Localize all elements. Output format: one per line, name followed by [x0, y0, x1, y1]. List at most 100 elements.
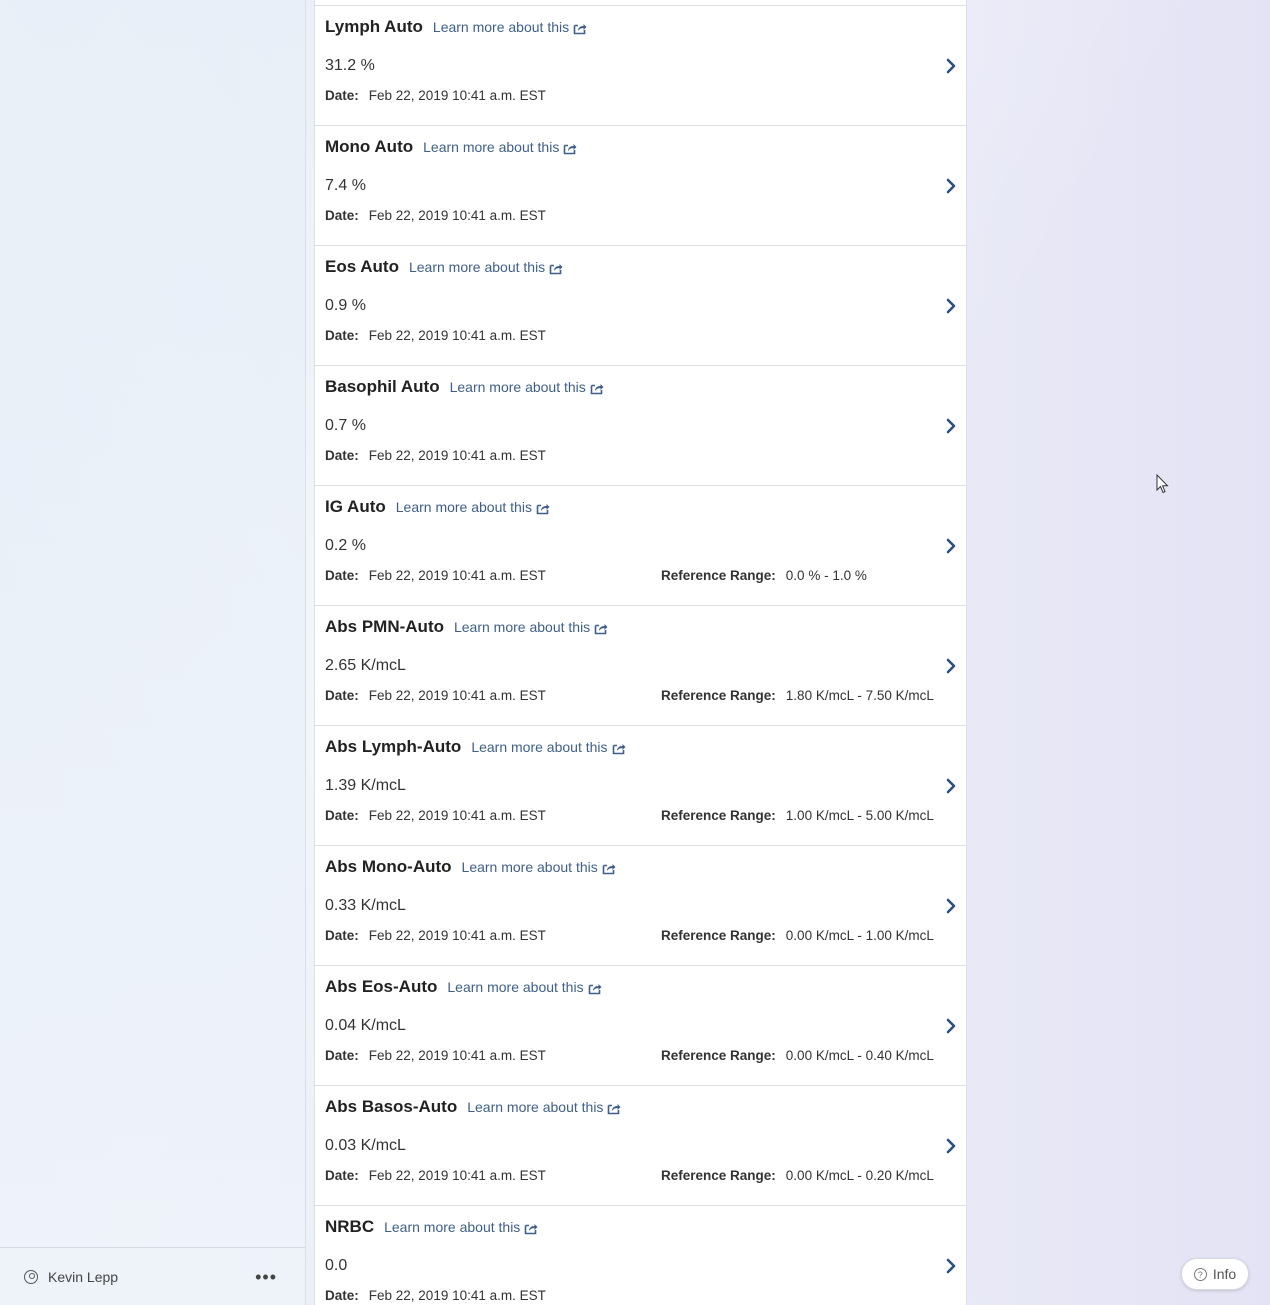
- lab-result-row[interactable]: Eos Auto Learn more about this 0.9 % Dat…: [315, 246, 966, 366]
- sidebar: Kevin Lepp •••: [0, 0, 306, 1305]
- question-circle-icon: ?: [1193, 1267, 1207, 1281]
- learn-more-link[interactable]: Learn more about this: [447, 979, 602, 995]
- lab-result-row[interactable]: Abs Mono-Auto Learn more about this 0.33…: [315, 846, 966, 966]
- external-link-icon: [602, 863, 616, 874]
- reference-range-value: 0.00 K/mcL - 0.20 K/mcL: [785, 1168, 934, 1183]
- result-name: Mono Auto: [325, 137, 414, 156]
- result-value: 0.03 K/mcL: [325, 1137, 406, 1154]
- learn-more-link[interactable]: Learn more about this: [462, 859, 616, 875]
- date-value: Feb 22, 2019 10:41 a.m. EST: [368, 448, 546, 463]
- result-date: Date: Feb 22, 2019 10:41 a.m. EST: [325, 208, 546, 223]
- learn-more-link[interactable]: Learn more about this: [396, 499, 550, 515]
- info-button[interactable]: ? Info: [1181, 1258, 1249, 1290]
- result-date: Date: Feb 22, 2019 10:41 a.m. EST: [325, 448, 546, 463]
- learn-more-label: Learn more about this: [447, 979, 584, 995]
- date-value: Feb 22, 2019 10:41 a.m. EST: [368, 808, 546, 823]
- reference-range-value: 0.0 % - 1.0 %: [785, 568, 867, 583]
- lab-result-row[interactable]: Abs Basos-Auto Learn more about this 0.0…: [315, 1086, 966, 1206]
- chevron-right-icon[interactable]: [944, 1137, 958, 1155]
- date-label: Date:: [325, 1168, 359, 1183]
- result-date: Date: Feb 22, 2019 10:41 a.m. EST: [325, 88, 546, 103]
- chevron-right-icon[interactable]: [944, 1257, 958, 1275]
- result-value: 0.0: [325, 1257, 348, 1274]
- reference-range: Reference Range: 0.00 K/mcL - 0.20 K/mcL: [661, 1168, 934, 1183]
- date-label: Date:: [325, 808, 359, 823]
- date-value: Feb 22, 2019 10:41 a.m. EST: [368, 88, 546, 103]
- user-account-bar[interactable]: Kevin Lepp •••: [0, 1247, 305, 1305]
- chevron-right-icon[interactable]: [944, 897, 958, 915]
- lab-result-row[interactable]: Abs PMN-Auto Learn more about this 2.65 …: [315, 606, 966, 726]
- result-value: 0.7 %: [325, 417, 366, 434]
- lab-result-row[interactable]: IG Auto Learn more about this 0.2 % Date…: [315, 486, 966, 606]
- date-label: Date:: [325, 688, 359, 703]
- result-name: Abs Mono-Auto: [325, 857, 452, 876]
- lab-result-row[interactable]: NRBC Learn more about this 0.0 Date: Feb …: [315, 1206, 966, 1305]
- reference-range-label: Reference Range:: [661, 1048, 776, 1063]
- lab-result-row[interactable]: Abs Eos-Auto Learn more about this 0.04 …: [315, 966, 966, 1086]
- chevron-right-icon[interactable]: [944, 657, 958, 675]
- result-value: 1.39 K/mcL: [325, 777, 406, 794]
- learn-more-link[interactable]: Learn more about this: [467, 1099, 621, 1115]
- reference-range-label: Reference Range:: [661, 808, 776, 823]
- results-list: Lymph Auto Learn more about this 31.2 % …: [314, 0, 967, 1305]
- chevron-right-icon[interactable]: [944, 297, 958, 315]
- chevron-right-icon[interactable]: [944, 537, 958, 555]
- reference-range: Reference Range: 1.00 K/mcL - 5.00 K/mcL: [661, 808, 934, 823]
- result-value: 2.65 K/mcL: [325, 657, 406, 674]
- chevron-right-icon[interactable]: [944, 1017, 958, 1035]
- result-date: Date: Feb 22, 2019 10:41 a.m. EST: [325, 1168, 546, 1183]
- result-name: Lymph Auto: [325, 17, 423, 36]
- lab-result-row[interactable]: Basophil Auto Learn more about this 0.7 …: [315, 366, 966, 486]
- date-label: Date:: [325, 448, 359, 463]
- chevron-right-icon[interactable]: [944, 777, 958, 795]
- lab-result-row[interactable]: Mono Auto Learn more about this 7.4 % Da…: [315, 126, 966, 246]
- result-date: Date: Feb 22, 2019 10:41 a.m. EST: [325, 808, 546, 823]
- date-label: Date:: [325, 88, 359, 103]
- external-link-icon: [564, 143, 577, 154]
- date-value: Feb 22, 2019 10:41 a.m. EST: [368, 1048, 546, 1063]
- date-value: Feb 22, 2019 10:41 a.m. EST: [368, 208, 546, 223]
- learn-more-link[interactable]: Learn more about this: [384, 1219, 538, 1235]
- learn-more-link[interactable]: Learn more about this: [409, 259, 563, 275]
- external-link-icon: [612, 743, 626, 754]
- chevron-right-icon[interactable]: [944, 57, 958, 75]
- result-date: Date: Feb 22, 2019 10:41 a.m. EST: [325, 1048, 546, 1063]
- external-link-icon: [590, 383, 604, 394]
- date-value: Feb 22, 2019 10:41 a.m. EST: [368, 688, 546, 703]
- learn-more-label: Learn more about this: [471, 739, 608, 755]
- learn-more-label: Learn more about this: [408, 259, 546, 275]
- learn-more-link[interactable]: Learn more about this: [450, 379, 604, 395]
- result-value: 0.9 %: [325, 297, 366, 314]
- external-link-icon: [573, 23, 587, 34]
- learn-more-label: Learn more about this: [395, 499, 532, 515]
- date-label: Date:: [325, 928, 359, 943]
- reference-range-value: 0.00 K/mcL - 0.40 K/mcL: [785, 1048, 934, 1063]
- learn-more-label: Learn more about this: [467, 1099, 604, 1115]
- result-value: 31.2 %: [325, 57, 375, 74]
- external-link-icon: [594, 623, 608, 634]
- lab-result-row[interactable]: Lymph Auto Learn more about this 31.2 % …: [315, 6, 966, 126]
- learn-more-label: Learn more about this: [461, 859, 598, 875]
- reference-range-value: 1.00 K/mcL - 5.00 K/mcL: [785, 808, 934, 823]
- learn-more-label: Learn more about this: [384, 1219, 521, 1235]
- learn-more-link[interactable]: Learn more about this: [454, 619, 608, 635]
- external-link-icon: [549, 263, 563, 274]
- external-link-icon: [588, 983, 602, 994]
- result-name: NRBC: [325, 1217, 375, 1236]
- chevron-right-icon[interactable]: [944, 177, 958, 195]
- result-value: 0.2 %: [325, 537, 366, 554]
- chevron-right-icon[interactable]: [944, 417, 958, 435]
- reference-range-label: Reference Range:: [661, 1168, 776, 1183]
- learn-more-link[interactable]: Learn more about this: [423, 139, 577, 155]
- reference-range-label: Reference Range:: [661, 568, 776, 583]
- result-name: Abs Basos-Auto: [325, 1097, 458, 1116]
- date-value: Feb 22, 2019 10:41 a.m. EST: [368, 1288, 546, 1303]
- external-link-icon: [525, 1223, 538, 1234]
- learn-more-label: Learn more about this: [453, 619, 591, 635]
- learn-more-label: Learn more about this: [432, 19, 570, 35]
- learn-more-link[interactable]: Learn more about this: [471, 739, 626, 755]
- lab-result-row[interactable]: Abs Lymph-Auto Learn more about this 1.3…: [315, 726, 966, 846]
- date-value: Feb 22, 2019 10:41 a.m. EST: [368, 328, 546, 343]
- learn-more-link[interactable]: Learn more about this: [433, 19, 587, 35]
- more-options-icon[interactable]: •••: [255, 1268, 277, 1286]
